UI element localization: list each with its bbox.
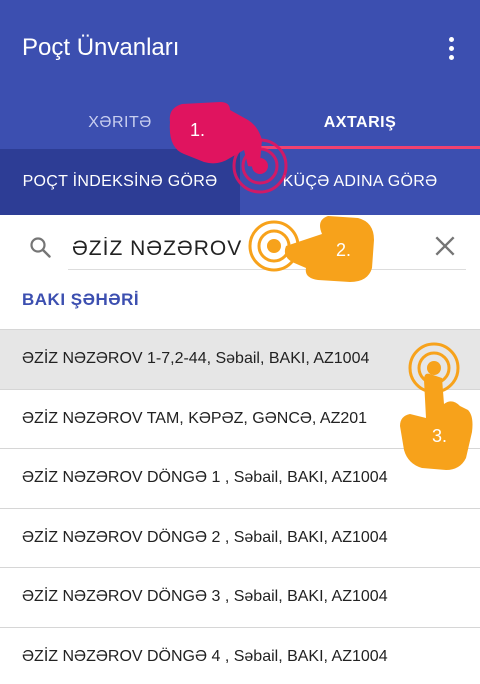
close-icon[interactable] xyxy=(432,233,458,259)
city-section-header: BAKI ŞƏHƏRİ xyxy=(22,290,140,309)
annotation-label: 2. xyxy=(336,240,352,260)
more-vert-icon[interactable] xyxy=(436,30,466,66)
tab-search[interactable]: AXTARIŞ xyxy=(240,97,480,149)
annotation-label: 1. xyxy=(190,120,206,140)
search-icon xyxy=(30,237,51,258)
list-item[interactable]: ƏZİZ NƏZƏROV DÖNGƏ 3 , Səbail, BAKI, AZ1… xyxy=(0,567,480,627)
app-title: Poçt Ünvanları xyxy=(22,34,180,61)
app-bar: Poçt Ünvanları xyxy=(0,0,480,97)
annotation-label: 3. xyxy=(432,426,448,446)
search-underline xyxy=(68,269,466,270)
list-item[interactable]: ƏZİZ NƏZƏROV DÖNGƏ 2 , Səbail, BAKI, AZ1… xyxy=(0,507,480,567)
search-input[interactable] xyxy=(72,229,432,269)
search-bar xyxy=(0,215,480,277)
list-item[interactable]: ƏZİZ NƏZƏROV 1-7,2-44, Səbail, BAKI, AZ1… xyxy=(0,329,480,389)
list-item[interactable]: ƏZİZ NƏZƏROV DÖNGƏ 4 , Səbail, BAKI, AZ1… xyxy=(0,626,480,684)
main-tabs: XƏRITƏ AXTARIŞ xyxy=(0,97,480,149)
search-mode-tabs: POÇT İNDEKSİNƏ GÖRƏ KÜÇƏ ADINA GÖRƏ xyxy=(0,149,480,215)
list-item[interactable]: ƏZİZ NƏZƏROV DÖNGƏ 1 , Səbail, BAKI, AZ1… xyxy=(0,448,480,508)
list-item[interactable]: ƏZİZ NƏZƏROV TAM, KƏPƏZ, GƏNCƏ, AZ201 xyxy=(0,388,480,448)
tab-postal-index[interactable]: POÇT İNDEKSİNƏ GÖRƏ xyxy=(0,149,240,215)
results-list: ƏZİZ NƏZƏROV 1-7,2-44, Səbail, BAKI, AZ1… xyxy=(0,329,480,684)
tab-street-name[interactable]: KÜÇƏ ADINA GÖRƏ xyxy=(240,149,480,215)
